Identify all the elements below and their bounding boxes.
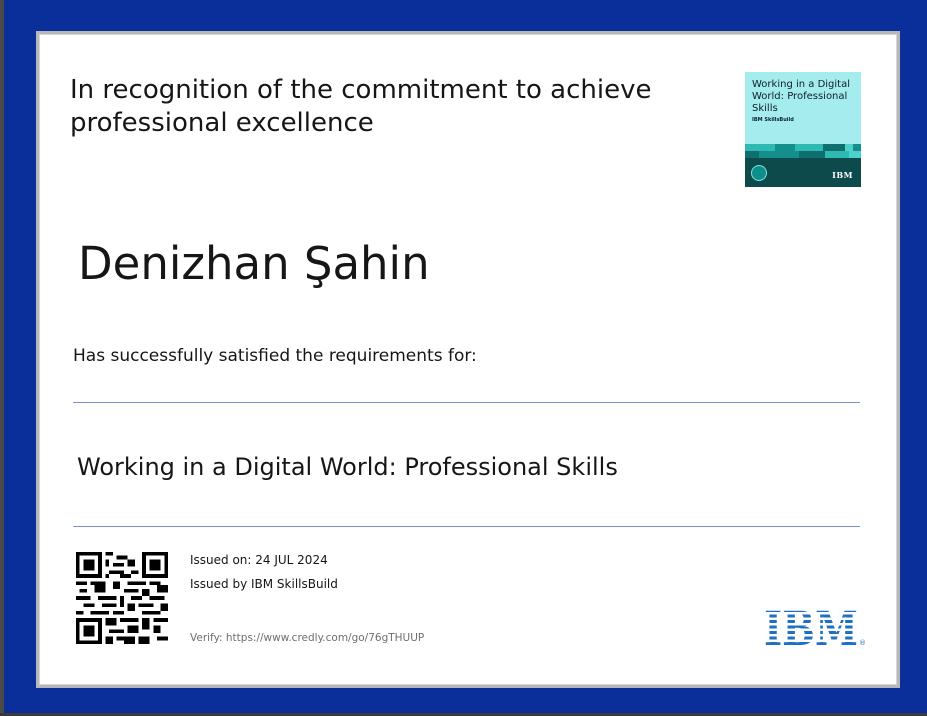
window-left-edge [0, 0, 4, 716]
certificate: In recognition of the commitment to achi… [39, 34, 897, 685]
recipient-name: Denizhan Şahin [78, 237, 430, 290]
ibm-registered-mark: ® [859, 639, 866, 647]
ibm-logo: IBM ® [764, 608, 866, 648]
verify-link[interactable]: Verify: https://www.credly.com/go/76gTHU… [190, 631, 424, 645]
certificate-headline: In recognition of the commitment to achi… [70, 75, 652, 138]
badge-ibm-logo: IBM [832, 170, 853, 180]
ibm-logo-text: IBM [764, 608, 858, 648]
divider-bottom [73, 526, 860, 527]
certificate-frame: In recognition of the commitment to achi… [36, 31, 900, 688]
course-title: Working in a Digital World: Professional… [77, 453, 618, 481]
course-badge: Working in a Digital World: Professional… [745, 72, 861, 187]
issued-on: Issued on: 24 JUL 2024 [190, 553, 328, 567]
requirements-text: Has successfully satisfied the requireme… [73, 346, 477, 366]
badge-title: Working in a Digital World: Professional… [752, 79, 850, 114]
badge-icon [751, 165, 767, 181]
qr-code-icon[interactable] [76, 552, 168, 644]
issued-by: Issued by IBM SkillsBuild [190, 577, 338, 591]
badge-pattern [745, 144, 861, 158]
divider-top [73, 402, 860, 403]
badge-brand: IBM SkillsBuild [752, 117, 794, 123]
